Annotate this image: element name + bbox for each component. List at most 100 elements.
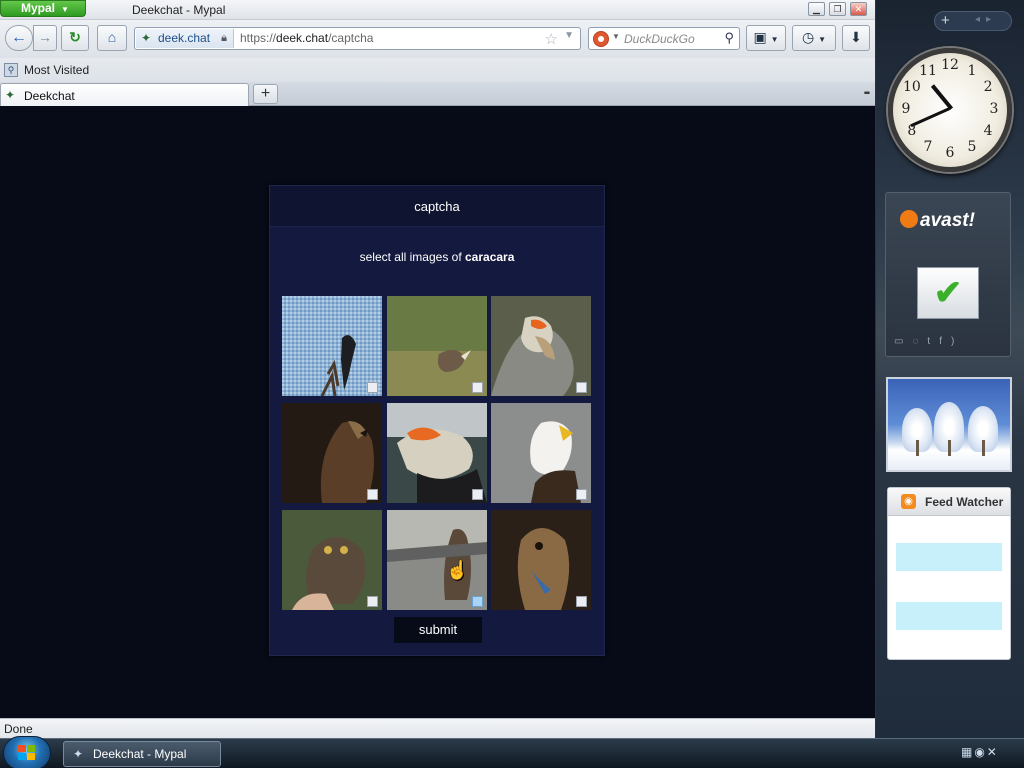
tab-label: Deekchat xyxy=(24,89,75,103)
bookmarks-menu-button[interactable]: ▣ ▼ xyxy=(746,25,786,51)
download-icon: ⬇ xyxy=(850,29,862,45)
feed-item[interactable] xyxy=(896,543,1002,571)
site-identity-button[interactable]: ✦ deek.chat 🔒︎ xyxy=(136,29,234,48)
reload-button[interactable]: ↻ xyxy=(61,25,89,51)
minimize-button[interactable]: ▁ xyxy=(808,2,825,16)
clock-number: 5 xyxy=(967,139,977,156)
captcha-tile[interactable] xyxy=(387,296,487,396)
tile-checkbox[interactable] xyxy=(472,382,483,393)
feed-watcher-gadget[interactable]: ◉ Feed Watcher xyxy=(887,487,1011,660)
captcha-tile[interactable] xyxy=(491,403,591,503)
captcha-tile[interactable] xyxy=(282,403,382,503)
most-visited-icon: ⚲ xyxy=(4,63,18,77)
feed-item[interactable] xyxy=(896,602,1002,630)
refresh-icon[interactable]: ◌ xyxy=(912,336,927,347)
back-button[interactable]: ← xyxy=(5,25,33,51)
feed-header: ◉ Feed Watcher xyxy=(888,488,1010,516)
protection-status-icon[interactable]: ✔ xyxy=(917,267,979,319)
taskbar-item-deekchat[interactable]: ✦ Deekchat - Mypal xyxy=(63,741,221,767)
bookmark-star-icon[interactable]: ☆ xyxy=(545,30,558,48)
clock-number: 12 xyxy=(941,57,959,73)
captcha-tile[interactable] xyxy=(282,510,382,610)
bird-image xyxy=(282,403,382,503)
bird-image xyxy=(387,296,487,396)
clock-number: 1 xyxy=(967,62,977,79)
bookmark-most-visited[interactable]: Most Visited xyxy=(24,63,89,77)
facebook-icon[interactable]: f xyxy=(939,336,951,347)
instruction-subject: caracara xyxy=(465,250,515,264)
clock-number: 7 xyxy=(923,139,933,156)
instruction-prefix: select all images of xyxy=(359,250,465,264)
bird-image xyxy=(387,510,487,610)
forward-arrow-icon: → xyxy=(38,29,52,45)
forward-button[interactable]: → xyxy=(33,25,57,51)
captcha-tile[interactable] xyxy=(387,403,487,503)
url-dropdown-icon[interactable]: ▼ xyxy=(564,30,574,41)
status-text: Done xyxy=(4,722,33,736)
url-text[interactable]: https://deek.chat/captcha xyxy=(240,31,373,45)
clock-gadget[interactable]: 12 1 2 3 4 5 6 7 8 9 10 11 xyxy=(888,48,1012,172)
avast-brand: avast! xyxy=(920,210,975,231)
status-bar: Done xyxy=(0,718,875,738)
restore-button[interactable]: ❐ xyxy=(829,2,846,16)
window-icon[interactable]: ▭ xyxy=(894,336,912,347)
slideshow-gadget[interactable] xyxy=(886,377,1012,472)
clock-number: 11 xyxy=(919,62,937,79)
tile-checkbox[interactable] xyxy=(367,596,378,607)
captcha-image-grid xyxy=(282,296,594,611)
list-all-tabs-icon[interactable]: ▪▪ xyxy=(864,88,870,99)
tree-trunk xyxy=(916,440,919,456)
gadget-nav-arrows-icon[interactable]: ◂▸ xyxy=(975,14,997,25)
tile-checkbox[interactable] xyxy=(367,489,378,500)
tile-checkbox[interactable] xyxy=(576,489,587,500)
captcha-tile[interactable] xyxy=(491,296,591,396)
app-menu-button[interactable]: Mypal ▼ xyxy=(0,0,86,17)
tile-checkbox[interactable] xyxy=(367,382,378,393)
new-tab-button[interactable]: + xyxy=(253,84,278,104)
bird-image xyxy=(387,403,487,503)
home-icon: ⌂ xyxy=(107,29,117,45)
home-button[interactable]: ⌂ xyxy=(97,25,127,51)
history-button[interactable]: ◷ ▼ xyxy=(792,25,836,51)
windows-sidebar: + ◂▸ 12 1 2 3 4 5 6 7 8 9 10 11 avast! ✔ ▭◌tf) ◉ Fe… xyxy=(876,0,1024,738)
tab-strip: ✦ Deekchat + ▪▪ xyxy=(0,82,875,106)
submit-button[interactable]: submit xyxy=(394,617,482,643)
url-bar[interactable]: ✦ deek.chat 🔒︎ https://deek.chat/captcha… xyxy=(134,27,581,50)
system-tray-icons[interactable]: ▦◉✕ xyxy=(961,745,999,759)
bird-image xyxy=(282,510,382,610)
chevron-down-icon: ▼ xyxy=(61,5,69,14)
duckduckgo-engine-icon[interactable] xyxy=(593,31,609,47)
bird-image xyxy=(491,510,591,610)
bird-image xyxy=(491,296,591,396)
tile-checkbox[interactable] xyxy=(576,382,587,393)
twitter-icon[interactable]: t xyxy=(927,336,939,347)
search-icon[interactable]: ⚲ xyxy=(724,30,734,46)
tree-trunk xyxy=(982,440,985,456)
search-engine-dropdown-icon[interactable]: ▼ xyxy=(612,32,620,41)
feed-icon[interactable]: ) xyxy=(951,336,963,347)
search-placeholder: DuckDuckGo xyxy=(624,32,695,46)
chevron-down-icon: ▼ xyxy=(818,35,827,44)
clock-number: 2 xyxy=(983,79,993,95)
search-bar[interactable]: ▼ DuckDuckGo ⚲ xyxy=(588,27,740,50)
captcha-tile[interactable] xyxy=(387,510,487,610)
close-button[interactable]: ✕ xyxy=(850,2,867,16)
start-button[interactable] xyxy=(3,736,51,768)
tab-deekchat[interactable]: ✦ Deekchat xyxy=(0,83,249,106)
feed-title: Feed Watcher xyxy=(925,495,1004,509)
tile-checkbox[interactable] xyxy=(576,596,587,607)
site-favicon-icon: ✦ xyxy=(141,31,152,45)
avast-gadget[interactable]: avast! ✔ ▭◌tf) xyxy=(885,192,1011,357)
chevron-down-icon: ▼ xyxy=(770,35,779,44)
lock-icon: 🔒︎ xyxy=(221,32,227,44)
tile-checkbox[interactable] xyxy=(472,596,483,607)
tile-checkbox[interactable] xyxy=(472,489,483,500)
add-gadget-button[interactable]: + xyxy=(941,12,950,30)
captcha-tile[interactable] xyxy=(491,510,591,610)
clock-hour-hand xyxy=(930,84,954,110)
clock-number: 6 xyxy=(945,145,955,161)
captcha-tile[interactable] xyxy=(282,296,382,396)
downloads-button[interactable]: ⬇ xyxy=(842,25,870,51)
captcha-title: captcha xyxy=(270,186,604,227)
url-prefix: https:// xyxy=(240,31,277,45)
